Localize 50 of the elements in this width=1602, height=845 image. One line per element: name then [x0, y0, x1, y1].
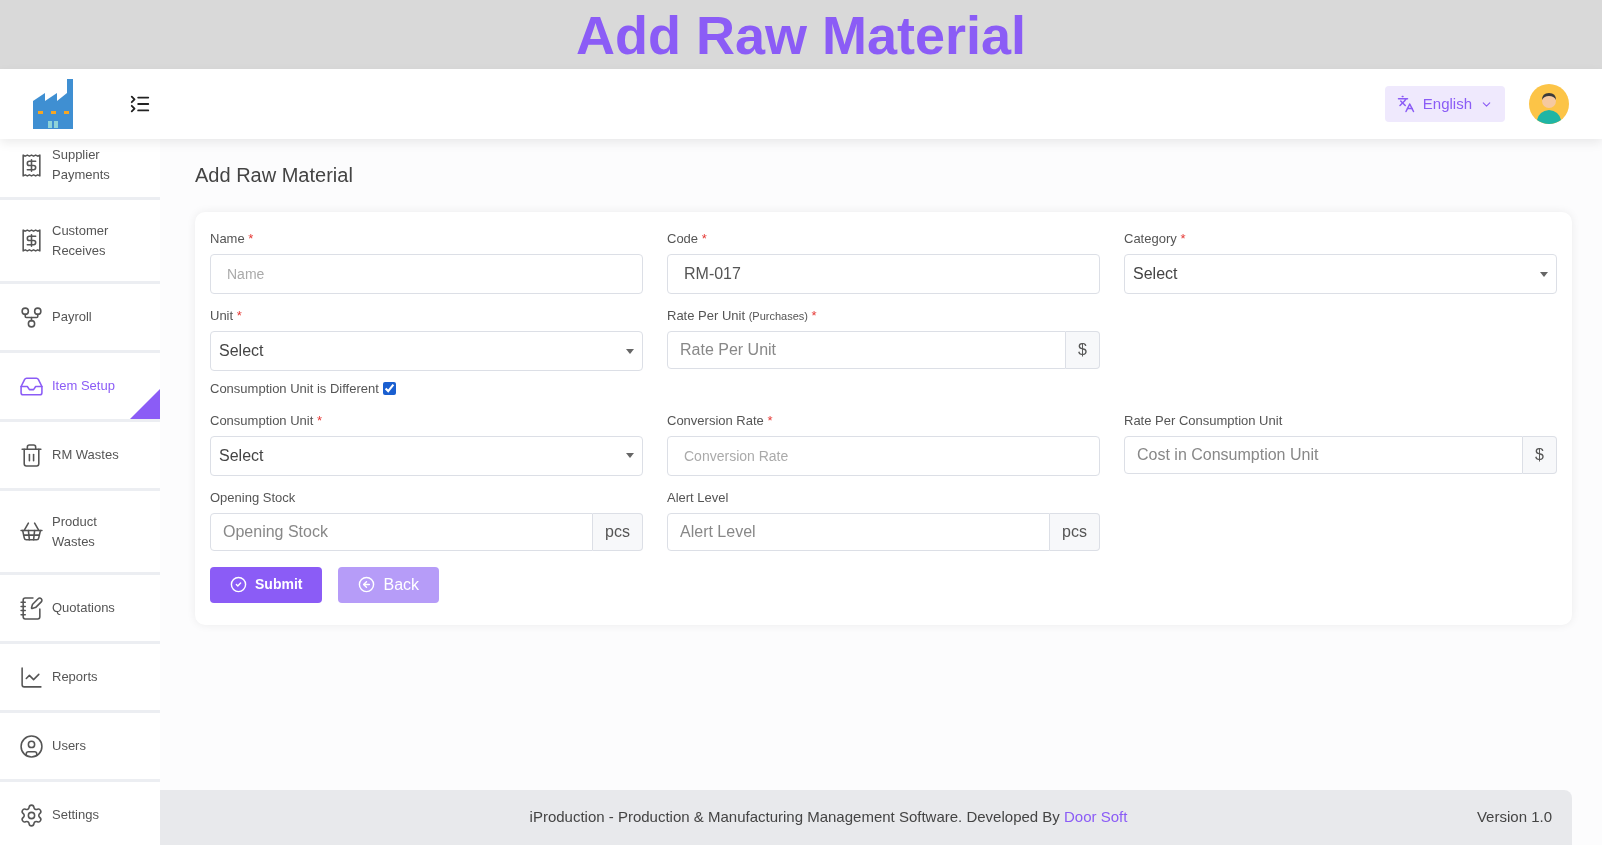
field-label: Code * — [667, 230, 708, 247]
trash-icon — [19, 442, 44, 468]
avatar-icon[interactable] — [1529, 84, 1569, 124]
footer-link[interactable]: Door Soft — [1064, 808, 1128, 826]
field-label: Alert Level — [667, 488, 730, 506]
field-label: Consumption Unit * — [210, 411, 323, 429]
basket-icon — [19, 519, 44, 544]
field-label: Conversion Rate * — [667, 411, 774, 429]
nodes-icon — [19, 304, 44, 330]
addon-unit: pcs — [593, 512, 643, 551]
user-icon — [19, 733, 44, 759]
chart-icon — [19, 664, 44, 690]
notebook-icon — [19, 595, 44, 621]
banner-title: Add Raw Material — [575, 7, 1027, 62]
addon-unit: $ — [1523, 435, 1557, 474]
field-label: Opening Stock — [210, 488, 297, 506]
addon-unit: $ — [1066, 331, 1100, 369]
input-field[interactable]: Name — [210, 254, 643, 294]
field-label: Rate Per Unit (Purchases) * — [667, 307, 818, 324]
settings-icon — [19, 802, 44, 828]
select-field[interactable]: Select — [210, 331, 643, 371]
input-field[interactable]: Opening Stock — [210, 512, 594, 551]
receipt-icon — [19, 228, 44, 253]
arrow-circle-icon — [358, 576, 376, 593]
input-field[interactable]: Rate Per Unit — [667, 331, 1067, 369]
language-button[interactable]: English — [1384, 86, 1505, 122]
caret-icon — [626, 453, 634, 458]
menu-icon[interactable] — [129, 93, 151, 115]
checkbox-label: Consumption Unit is Different — [210, 380, 379, 398]
translate-icon — [1396, 95, 1415, 113]
check-circle-icon — [230, 576, 247, 593]
field-label: Name * — [210, 230, 255, 247]
input-field[interactable]: Conversion Rate — [667, 435, 1100, 476]
checkbox[interactable] — [382, 382, 396, 396]
input-field[interactable]: Cost in Consumption Unit — [1124, 435, 1524, 474]
submit-button[interactable]: Submit — [210, 566, 323, 603]
input-field[interactable]: RM-017 — [667, 254, 1100, 294]
input-field[interactable]: Alert Level — [667, 512, 1051, 551]
addon-unit: pcs — [1050, 512, 1100, 551]
version-text: Version 1.0 — [1476, 807, 1552, 828]
page-title: Add Raw Material — [195, 163, 354, 188]
caret-icon — [1540, 271, 1548, 277]
field-label: Rate Per Consumption Unit — [1124, 411, 1284, 429]
footer-text: iProduction - Production & Manufacturing Management Software. Developed By Door Soft — [529, 808, 1128, 826]
select-field[interactable]: Select — [1124, 254, 1557, 294]
receipt-icon — [19, 152, 44, 178]
select-field[interactable]: Select — [210, 435, 643, 476]
field-label: Category * — [1124, 230, 1187, 247]
caret-icon — [626, 348, 634, 354]
field-label: Unit * — [210, 307, 243, 324]
